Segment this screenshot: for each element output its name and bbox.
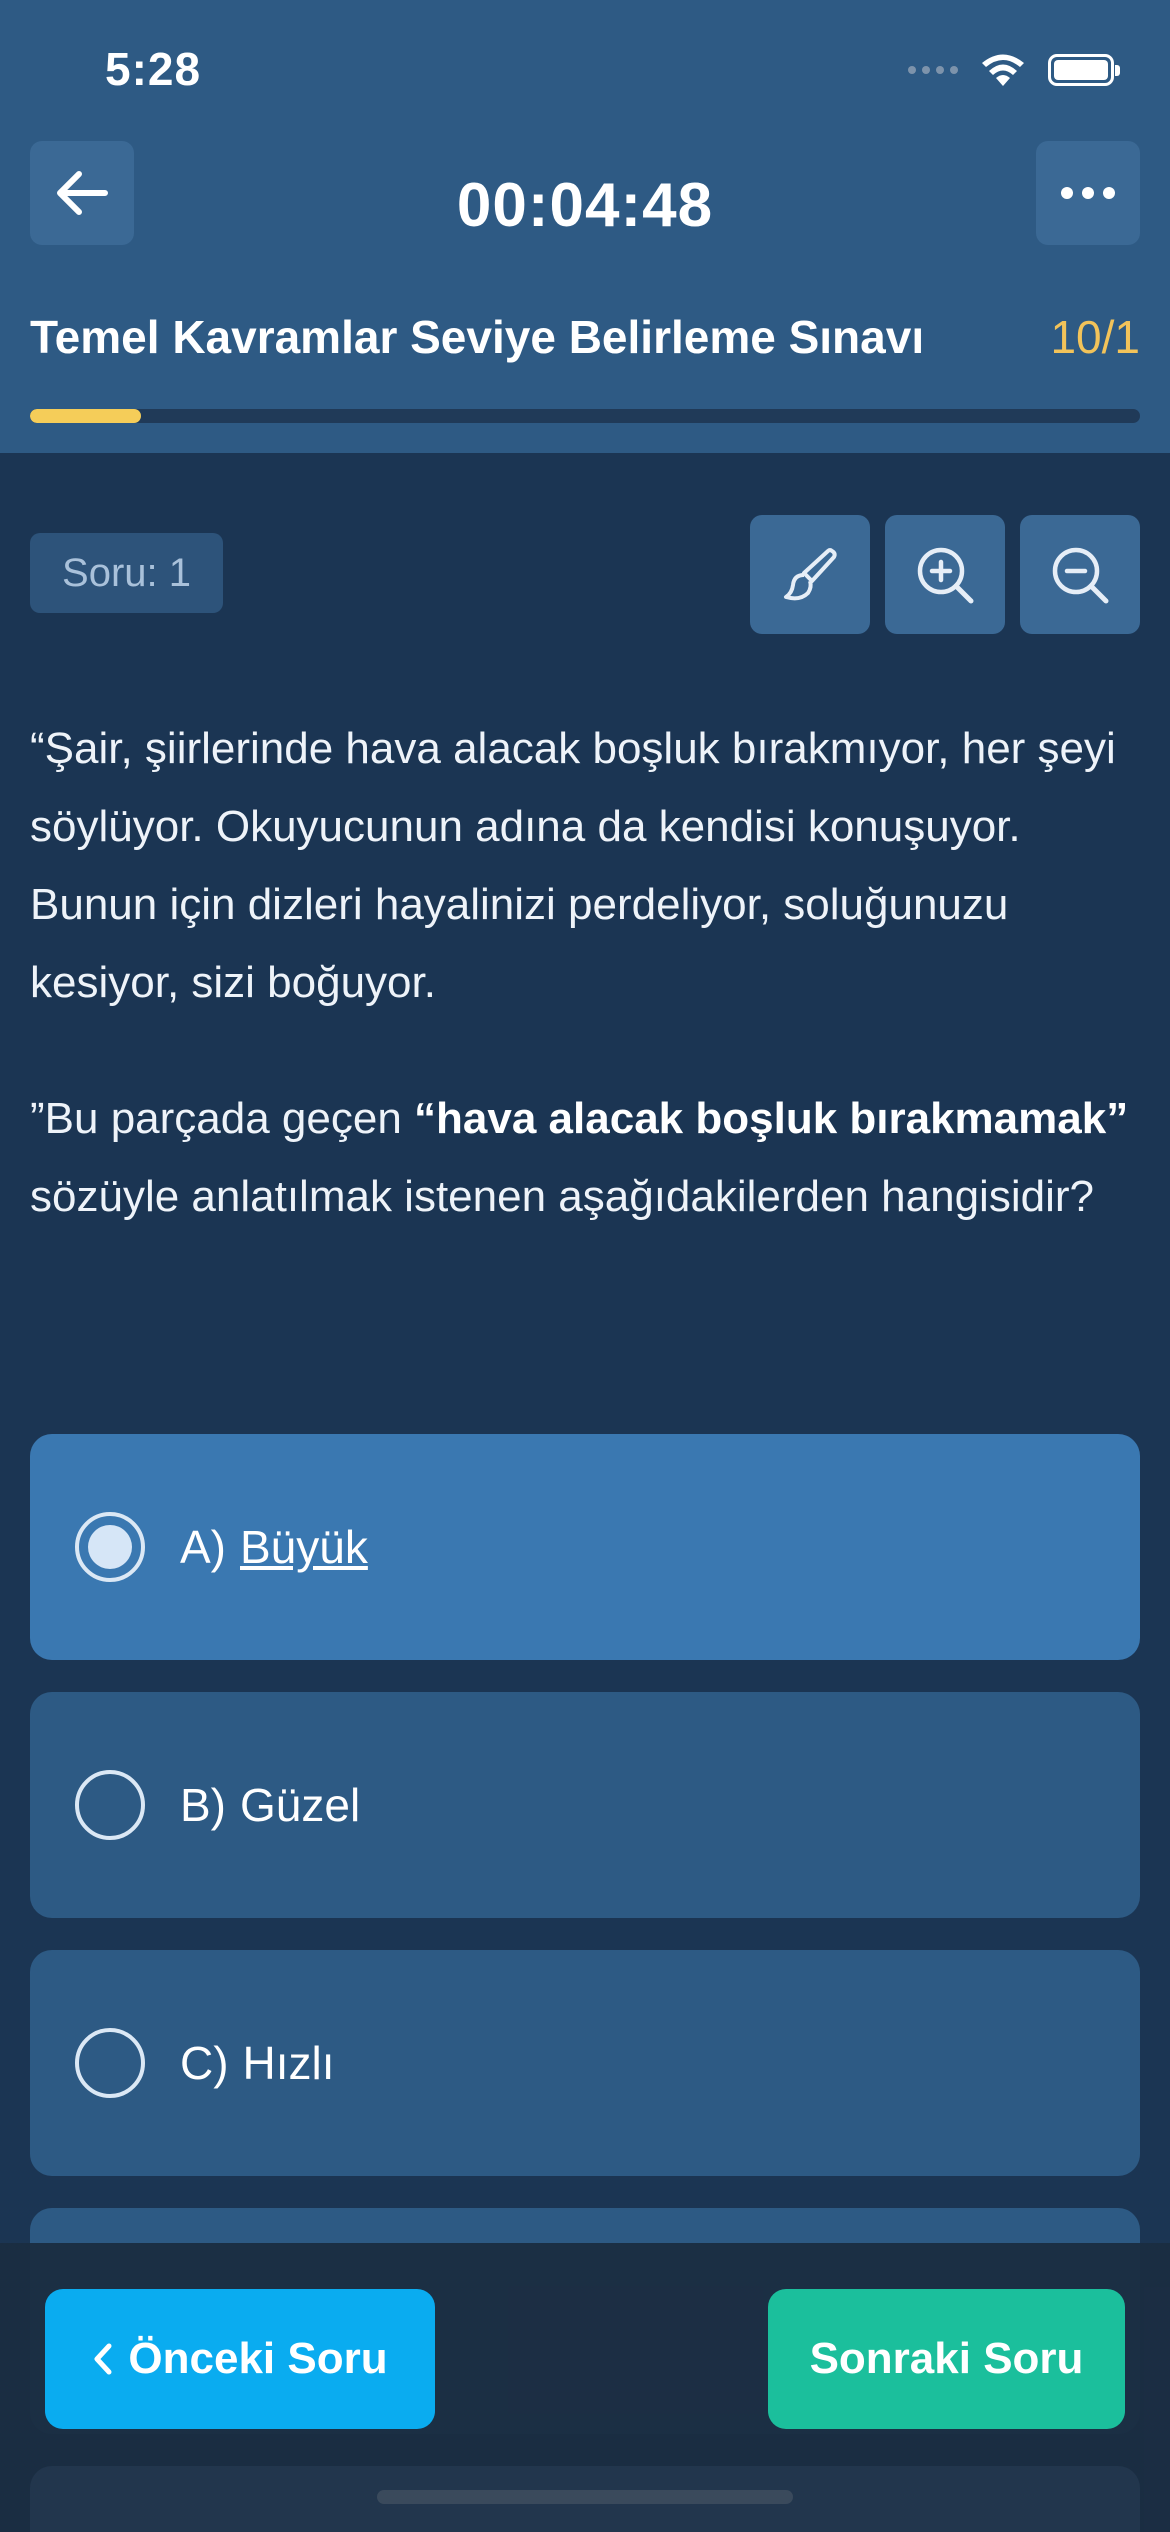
option-text: Hızlı <box>242 2037 335 2089</box>
more-options-button[interactable] <box>1036 141 1140 245</box>
option-letter: B) <box>180 1779 226 1831</box>
previous-question-button[interactable]: Önceki Soru <box>45 2289 435 2429</box>
radio-icon[interactable] <box>75 2028 145 2098</box>
answer-option-b[interactable]: B) Güzel <box>30 1692 1140 1918</box>
zoom-in-button[interactable] <box>885 515 1005 634</box>
exam-screen: 5:28 00:04:48 Temel Kavramlar Seviye Bel… <box>0 0 1170 2532</box>
question-prompt: ”Bu parçada geçen “hava alacak boşluk bı… <box>30 1080 1140 1236</box>
option-letter: A) <box>180 1521 226 1573</box>
question-passage: “Şair, şiirlerinde hava alacak boşluk bı… <box>30 724 1116 1007</box>
home-indicator[interactable] <box>377 2490 793 2504</box>
zoom-out-button[interactable] <box>1020 515 1140 634</box>
question-prompt-start: ”Bu parçada geçen <box>30 1094 415 1143</box>
zoom-out-icon <box>1052 547 1109 603</box>
cellular-signal-icon <box>908 66 958 74</box>
option-text: Güzel <box>240 1779 361 1831</box>
answer-option-label: C) Hızlı <box>180 2036 335 2090</box>
previous-question-label: Önceki Soru <box>128 2334 388 2383</box>
exam-timer: 00:04:48 <box>456 171 714 240</box>
radio-selected-icon[interactable] <box>75 1512 145 1582</box>
option-letter: C) <box>180 2037 229 2089</box>
option-text: Büyük <box>240 1521 368 1573</box>
battery-icon <box>1048 54 1120 86</box>
answer-option-a[interactable]: A) Büyük <box>30 1434 1140 1660</box>
radio-icon[interactable] <box>75 1770 145 1840</box>
answer-option-label: A) Büyük <box>180 1520 368 1574</box>
brush-button[interactable] <box>750 515 870 634</box>
question-number-badge: Soru: 1 <box>30 533 223 613</box>
question-prompt-end: sözüyle anlatılmak istenen aşağıdakilerd… <box>30 1172 1094 1221</box>
status-time: 5:28 <box>105 43 202 95</box>
answer-option-label: B) Güzel <box>180 1778 360 1832</box>
header: 5:28 00:04:48 Temel Kavramlar Seviye Bel… <box>0 0 1170 453</box>
wifi-icon <box>982 54 1024 86</box>
zoom-in-icon <box>917 547 974 603</box>
brush-icon <box>784 547 837 600</box>
chevron-left-icon <box>92 2342 114 2376</box>
question-prompt-highlight: “hava alacak boşluk bırakmamak” <box>414 1094 1129 1143</box>
next-question-button[interactable]: Sonraki Soru <box>768 2289 1125 2429</box>
exam-title: Temel Kavramlar Seviye Belirleme Sınavı <box>30 311 925 363</box>
next-question-label: Sonraki Soru <box>809 2334 1084 2383</box>
exam-progress-count: 10/1 <box>1050 311 1140 363</box>
exam-progress-bar <box>30 409 1140 423</box>
answer-option-c[interactable]: C) Hızlı <box>30 1950 1140 2176</box>
status-icons <box>908 52 1120 88</box>
ellipsis-icon <box>1061 187 1115 199</box>
exam-progress-fill <box>30 409 141 423</box>
